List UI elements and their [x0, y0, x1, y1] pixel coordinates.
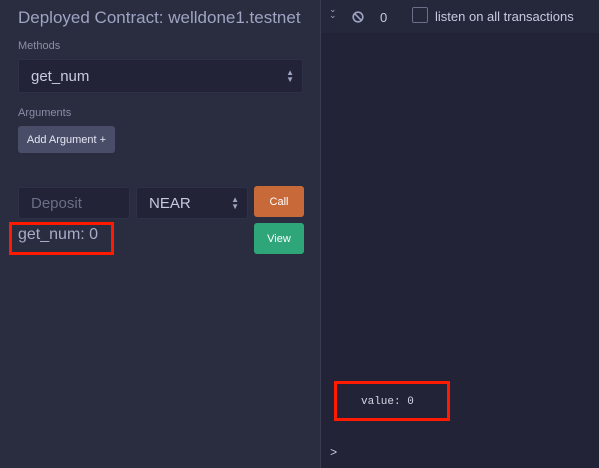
- updown-chevron-icon: ▲ ▼: [231, 195, 239, 211]
- listen-all-label[interactable]: listen on all transactions: [435, 9, 574, 24]
- add-argument-button[interactable]: Add Argument +: [18, 126, 115, 153]
- view-button[interactable]: View: [254, 223, 304, 254]
- arguments-label: Arguments: [18, 107, 72, 119]
- transaction-count: 0: [380, 10, 388, 25]
- terminal-prompt[interactable]: >: [330, 446, 337, 460]
- double-chevron-down-icon[interactable]: ⌄ ⌄: [329, 5, 337, 20]
- unit-select[interactable]: NEAR ▲ ▼: [136, 187, 248, 219]
- updown-chevron-icon: ▲ ▼: [286, 68, 294, 84]
- contract-panel: Deployed Contract: welldone1.testnet Met…: [0, 0, 320, 468]
- terminal-toolbar: ⌄ ⌄ 0 listen on all transactions: [321, 0, 599, 33]
- ban-icon[interactable]: [352, 10, 364, 23]
- deposit-input[interactable]: [18, 187, 130, 219]
- output-highlight-box: [334, 381, 450, 421]
- listen-all-checkbox[interactable]: [412, 7, 428, 23]
- method-select-value: get_num: [31, 67, 90, 85]
- call-button[interactable]: Call: [254, 186, 304, 217]
- deployed-contract-title: Deployed Contract: welldone1.testnet: [18, 8, 301, 27]
- result-highlight-box: [9, 222, 114, 255]
- methods-label: Methods: [18, 40, 61, 52]
- unit-select-value: NEAR: [149, 194, 191, 212]
- terminal-panel: ⌄ ⌄ 0 listen on all transactions value: 0…: [321, 0, 599, 468]
- method-select[interactable]: get_num ▲ ▼: [18, 59, 303, 93]
